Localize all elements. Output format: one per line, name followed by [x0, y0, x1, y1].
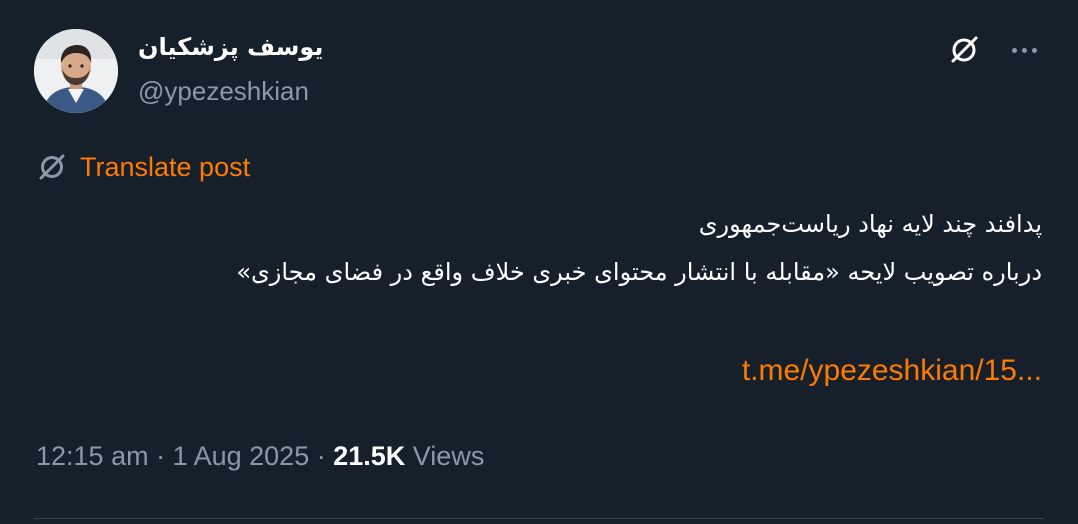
avatar[interactable] [34, 29, 118, 113]
translate-post-label: Translate post [80, 151, 251, 182]
post-text-line-2: درباره تصویب لایحه «مقابله با انتشار محت… [236, 258, 1042, 286]
post-text: پدافند چند لایه نهاد ریاست‌جمهوری درباره… [42, 200, 1042, 296]
post-date[interactable]: 1 Aug 2025 [173, 441, 310, 471]
post-text-line-1: پدافند چند لایه نهاد ریاست‌جمهوری [698, 210, 1042, 238]
more-options-button[interactable] [998, 30, 1050, 70]
author-handle[interactable]: @ypezeshkian [138, 76, 309, 107]
avatar-image [34, 29, 118, 113]
meta-separator: · [148, 441, 173, 471]
views-count[interactable]: 21.5K [333, 441, 405, 471]
grok-icon [951, 36, 978, 63]
translate-post-button[interactable]: Translate post [36, 150, 250, 184]
post-meta: 12:15 am · 1 Aug 2025 · 21.5K Views [36, 441, 484, 472]
more-horizontal-icon [1011, 47, 1017, 53]
author-display-name[interactable]: یوسف پزشکیان [138, 33, 323, 61]
grok-button[interactable] [944, 30, 984, 70]
meta-separator: · [309, 441, 334, 471]
post-link[interactable]: t.me/ypezeshkian/15... [742, 354, 1042, 388]
post-time[interactable]: 12:15 am [36, 441, 149, 471]
views-label: Views [405, 441, 485, 471]
divider [34, 518, 1044, 519]
grok-translate-icon [36, 150, 70, 184]
